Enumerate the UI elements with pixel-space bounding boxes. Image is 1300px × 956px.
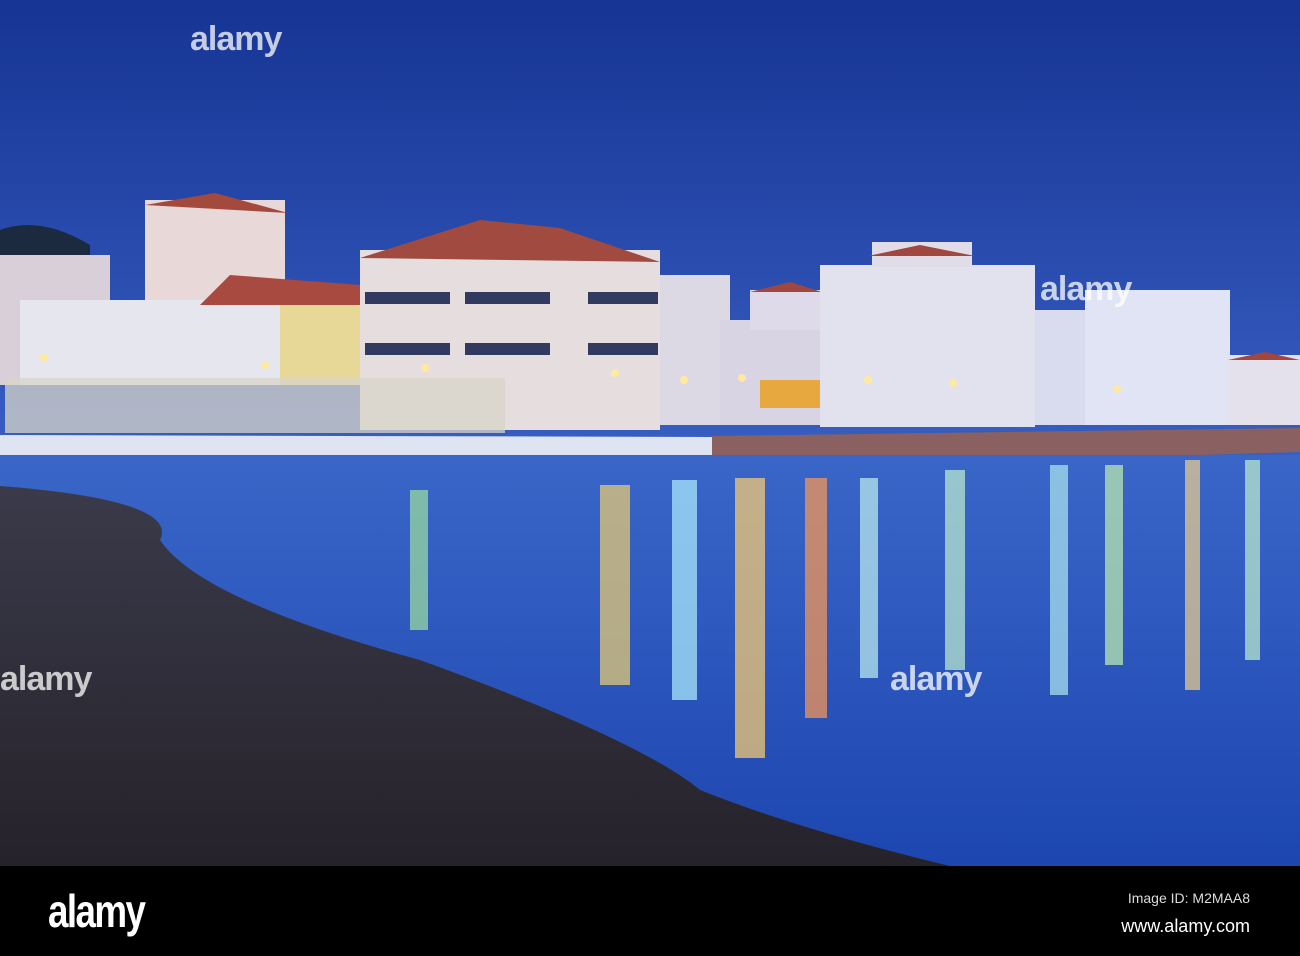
website: www.alamy.com [1121, 916, 1250, 936]
watermark: alamy [1040, 270, 1132, 308]
stock-photo: alamy alamy alamy alamy alamy Image ID: … [0, 0, 1300, 956]
alamy-logo: alamy [48, 885, 146, 937]
image-id: Image ID: M2MAA8 [1127, 890, 1250, 906]
watermark: alamy [890, 660, 982, 698]
watermark: alamy [0, 660, 92, 698]
watermark: alamy [190, 20, 282, 58]
harbor-night-scene [0, 0, 1300, 866]
canopies [5, 378, 505, 433]
watermark-footer: alamy Image ID: M2MAA8 www.alamy.com [0, 866, 1300, 956]
